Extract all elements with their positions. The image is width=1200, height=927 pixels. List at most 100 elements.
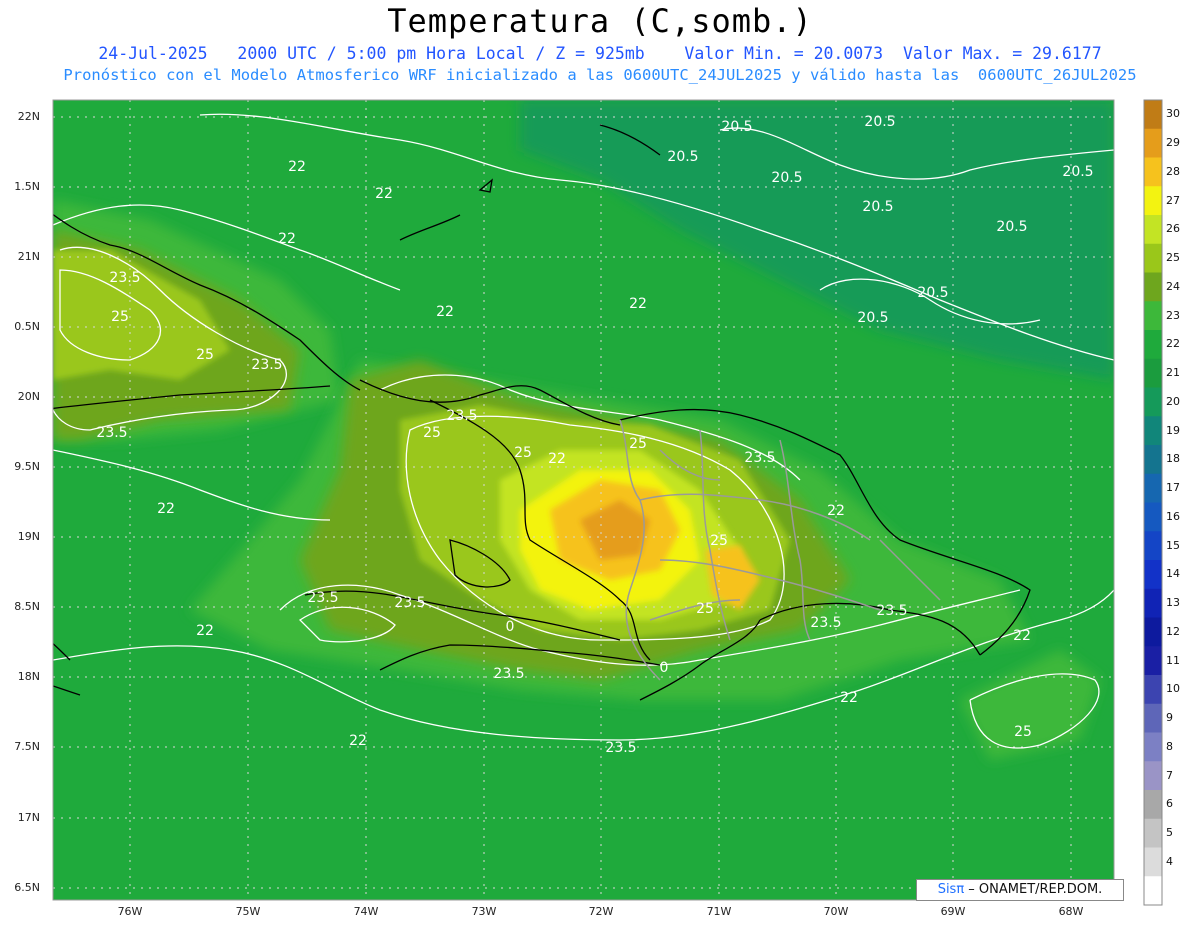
- colorbar-swatch: [1144, 215, 1162, 245]
- colorbar-label: 8: [1166, 739, 1173, 753]
- colorbar-label: 17: [1166, 481, 1180, 495]
- contour-label: 23.5: [493, 666, 524, 682]
- colorbar-label: 10: [1166, 682, 1180, 696]
- contour-label: 22: [840, 690, 858, 706]
- lat-label: 22N: [17, 110, 40, 123]
- colorbar-swatch: [1144, 186, 1162, 216]
- contour-label: 25: [1014, 724, 1032, 740]
- contour-label: 25: [629, 436, 647, 452]
- contour-label: 20.5: [857, 310, 888, 326]
- colorbar-label: 28: [1166, 164, 1180, 178]
- colorbar-swatch: [1144, 876, 1162, 906]
- lat-label: 8.5N: [14, 600, 40, 613]
- lon-label: 73W: [471, 905, 497, 918]
- lat-label: 18N: [17, 670, 40, 683]
- colorbar-swatch: [1144, 416, 1162, 446]
- colorbar-swatch: [1144, 675, 1162, 705]
- contour-label: 22: [375, 186, 393, 202]
- lon-label: 69W: [940, 905, 966, 918]
- lon-label: 76W: [117, 905, 143, 918]
- lat-label: 7.5N: [14, 740, 40, 753]
- contour-label: 23.5: [810, 615, 841, 631]
- colorbar-label: 4: [1166, 854, 1173, 868]
- colorbar-label: 18: [1166, 452, 1180, 466]
- map-area: 20.5 20.5 20.5 20.5 20.5 20.5 20.5 20.5 20.5 22 22…: [53, 100, 1114, 900]
- colorbar-label: 30: [1166, 107, 1180, 121]
- contour-label: 23.5: [876, 603, 907, 619]
- contour-label: 23.5: [605, 740, 636, 756]
- sispi-logo-text: Sisπ: [937, 882, 965, 897]
- contour-label: 23.5: [109, 270, 140, 286]
- contour-label: 25: [196, 347, 214, 363]
- colorbar-label: 16: [1166, 509, 1180, 523]
- credit-box: Sisπ – ONAMET/REP.DOM.: [916, 879, 1124, 901]
- lat-label: 17N: [17, 811, 40, 824]
- colorbar-swatch: [1144, 761, 1162, 791]
- colorbar-label: 11: [1166, 653, 1180, 667]
- colorbar-swatch: [1144, 330, 1162, 360]
- contour-label: 22: [1013, 628, 1031, 644]
- colorbar-label: 26: [1166, 222, 1180, 236]
- temperature-map: 20.5 20.5 20.5 20.5 20.5 20.5 20.5 20.5 20.5 22 22…: [52, 99, 1163, 906]
- contour-label: 20.5: [721, 119, 752, 135]
- colorbar-label: 15: [1166, 538, 1180, 552]
- credit-text: – ONAMET/REP.DOM.: [964, 882, 1103, 897]
- contour-label: 22: [629, 296, 647, 312]
- contour-label: 25: [111, 309, 129, 325]
- colorbar-label: 24: [1166, 279, 1180, 293]
- contour-label: 23.5: [307, 590, 338, 606]
- colorbar-swatch: [1144, 387, 1162, 417]
- lat-label: 19N: [17, 530, 40, 543]
- lon-label: 71W: [706, 905, 732, 918]
- colorbar-label: 21: [1166, 366, 1180, 380]
- contour-label: 22: [196, 623, 214, 639]
- contour-label: 25: [710, 533, 728, 549]
- colorbar-swatch: [1144, 128, 1162, 158]
- contour-label: 22: [288, 159, 306, 175]
- colorbar-swatch: [1144, 818, 1162, 848]
- colorbar-swatch: [1144, 301, 1162, 331]
- colorbar-label: 7: [1166, 768, 1173, 782]
- colorbar-label: 9: [1166, 711, 1173, 725]
- contour-label: 0: [660, 660, 669, 676]
- colorbar-swatch: [1144, 243, 1162, 273]
- colorbar-label: 22: [1166, 337, 1180, 351]
- colorbar-label: 23: [1166, 308, 1180, 322]
- lat-label: 9.5N: [14, 460, 40, 473]
- contour-label: 23.5: [394, 595, 425, 611]
- colorbar-label: 27: [1166, 193, 1180, 207]
- colorbar-swatch: [1144, 502, 1162, 532]
- colorbar-swatch: [1144, 531, 1162, 561]
- contour-label: 25: [423, 425, 441, 441]
- lat-label: 0.5N: [14, 320, 40, 333]
- colorbar-swatch: [1144, 646, 1162, 676]
- colorbar-label: 12: [1166, 624, 1180, 638]
- contour-label: 23.5: [251, 357, 282, 373]
- colorbar-swatch: [1144, 703, 1162, 733]
- colorbar-swatch: [1144, 790, 1162, 820]
- contour-label: 22: [827, 503, 845, 519]
- colorbar-label: 19: [1166, 423, 1180, 437]
- colorbar-swatch: [1144, 100, 1162, 130]
- contour-label: 23.5: [744, 450, 775, 466]
- contour-label: 22: [349, 733, 367, 749]
- colorbar-label: 5: [1166, 826, 1173, 840]
- colorbar-swatch: [1144, 473, 1162, 503]
- colorbar: [1143, 99, 1163, 906]
- lon-label: 75W: [235, 905, 261, 918]
- lon-label: 72W: [588, 905, 614, 918]
- lon-label: 68W: [1058, 905, 1084, 918]
- colorbar-swatch: [1144, 588, 1162, 618]
- contour-label: 22: [436, 304, 454, 320]
- lon-label: 70W: [823, 905, 849, 918]
- contour-label: 23.5: [96, 425, 127, 441]
- contour-label: 20.5: [917, 285, 948, 301]
- contour-label: 20.5: [771, 170, 802, 186]
- lat-label: 6.5N: [14, 881, 40, 894]
- contour-label: 20.5: [996, 219, 1027, 235]
- colorbar-swatch: [1144, 617, 1162, 647]
- colorbar-swatch: [1144, 560, 1162, 590]
- colorbar-swatch: [1144, 272, 1162, 302]
- colorbar-label: 14: [1166, 567, 1180, 581]
- lat-label: 1.5N: [14, 180, 40, 193]
